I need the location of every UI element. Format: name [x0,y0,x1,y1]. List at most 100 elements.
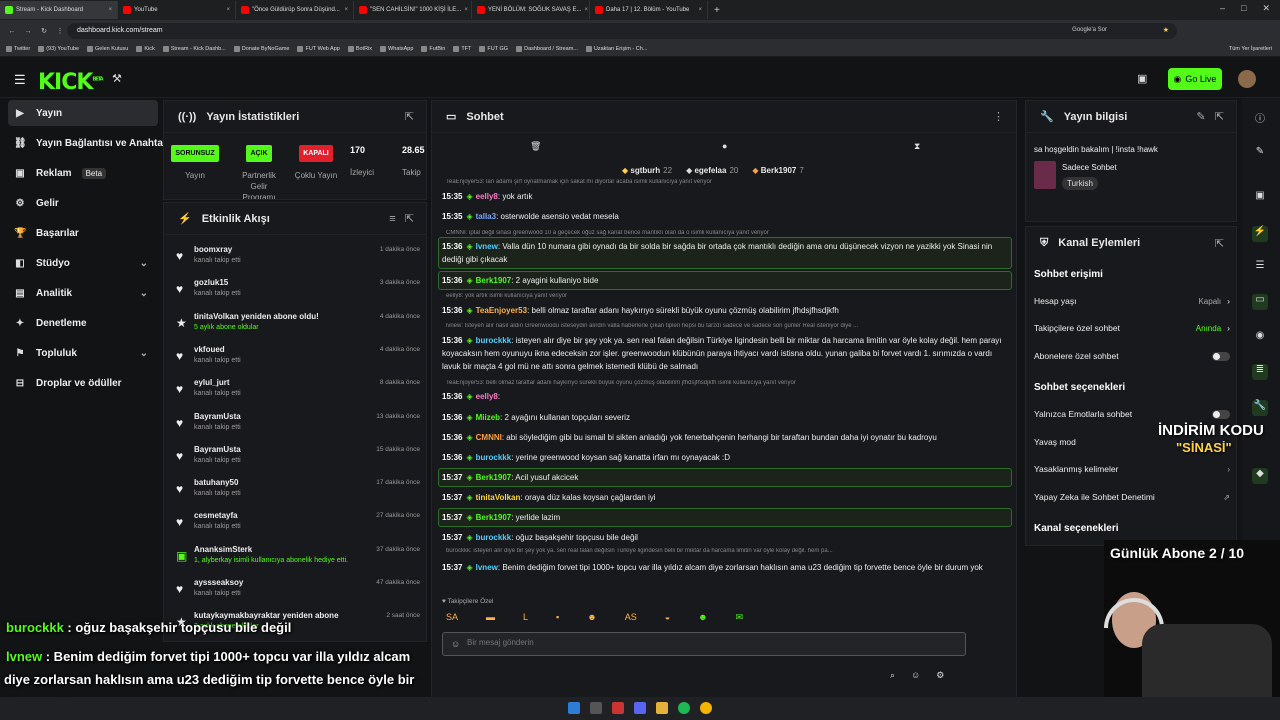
google-search-chip[interactable]: Google'a Sor [1072,27,1107,33]
category-name[interactable]: Sadece Sohbet [1062,163,1117,172]
top-gifter[interactable]: ◆ egefelaa 20 [686,166,738,175]
message-user[interactable]: tinitaVolkan [476,493,521,502]
account-age-option[interactable]: Hesap yaşı Kapalı › [1034,296,1230,306]
emoji-picker-icon[interactable]: ☺ [911,670,920,681]
all-bookmarks-button[interactable]: Tüm Yer İşaretleri [1229,46,1272,52]
chat-icon[interactable]: ▭ [1252,294,1268,310]
message-user[interactable]: Miizeb [476,413,500,422]
edit-icon[interactable]: ✎ ⇱ [1196,110,1224,123]
emoji-icon[interactable]: ☺ [451,639,460,649]
emotes-only-option[interactable]: Yalnızca Emotlarla sohbet [1034,409,1230,419]
chat-message-field[interactable] [467,638,947,647]
bookmark-item[interactable]: (93) YouTube [38,46,79,52]
emote-icon[interactable]: ✉ [736,612,744,628]
emote-icon[interactable]: ▬ [486,612,495,628]
sidebar-item-1[interactable]: ⛓ Yayın Bağlantısı ve Anahtarı [8,130,170,156]
browser-tab[interactable]: YENİ BÖLÜM: SOĞUK SAVAŞ E... × [472,1,590,19]
top-gifter[interactable]: ◆ sgtburh 22 [622,166,672,175]
chat-message[interactable]: 15:37 ◈ Berk1907: Acil yusuf akcicek [438,468,1012,487]
reload-icon[interactable]: ↻ [36,27,52,35]
bookmark-item[interactable]: Twitter [6,46,30,52]
bookmark-item[interactable]: Kick [136,46,155,52]
close-icon[interactable]: × [226,7,230,13]
message-user[interactable]: lvnew [476,242,498,251]
browser-tab[interactable]: Daha 17 | 12. Bölüm - YouTube × [590,1,708,19]
message-user[interactable]: talla3 [476,212,496,221]
forward-icon[interactable]: → [20,28,36,35]
hammer-icon[interactable]: ⚒ [112,72,122,85]
popout-icon[interactable]: ⇱ [1215,237,1224,250]
menu-icon[interactable]: ☰ [14,72,26,88]
app-icon[interactable] [612,702,624,714]
close-icon[interactable]: × [464,7,468,13]
bookmark-item[interactable]: BotRix [347,46,372,52]
spotify-icon[interactable] [678,702,690,714]
message-user[interactable]: burockkk [476,453,512,462]
windows-start-icon[interactable] [568,702,580,714]
window-close-icon[interactable]: ✕ [1262,3,1270,14]
close-icon[interactable]: × [584,7,588,13]
new-tab-icon[interactable]: + [714,5,720,16]
camera-icon[interactable]: ▣ [1137,72,1147,85]
bolt-icon[interactable]: ⚡ [1252,226,1268,242]
bookmark-item[interactable]: Stream - Kick Dashb... [162,46,226,52]
video-icon[interactable]: ▣ [1252,190,1268,206]
bookmark-item[interactable]: Donate ByNoGame [233,46,289,52]
kick-logo[interactable]: KICKBETA [38,70,104,95]
hourglass-icon[interactable]: ⧗ [914,141,920,152]
emote-icon[interactable]: ◒ [665,612,670,628]
popout-icon[interactable]: ⇱ [405,110,414,123]
wrench-icon[interactable]: 🔧 [1252,400,1268,416]
bookmark-item[interactable]: Gelen Kutusu [87,46,128,52]
sidebar-item-8[interactable]: ⚑ Topluluk ⌄ [8,340,158,366]
message-user[interactable]: lvnew [476,563,498,572]
emote-icon[interactable]: ☻ [698,612,707,628]
emote-icon[interactable]: AS [625,612,637,628]
chat-message[interactable]: 15:36 ◈ TeaEnjoyer53: belli olmaz taraftar… [442,304,1012,317]
close-icon[interactable]: × [344,7,348,13]
trash-icon[interactable]: 🗑 [530,141,541,152]
chat-message[interactable]: 15:36 ◈ eelly8: [442,390,1012,403]
message-user[interactable]: eelly8 [476,192,498,201]
ai-moderation-option[interactable]: Yapay Zeka ile Sohbet Denetimi ⇗ [1034,492,1230,502]
message-user[interactable]: burockkk [476,336,512,345]
stack-icon[interactable]: ≣ [1252,364,1268,380]
diamond-icon[interactable]: ◆ [1252,468,1268,484]
chat-message[interactable]: 15:36 ◈ burockkk: yerine greenwood koysan … [442,451,1012,464]
star-icon[interactable]: ★ [1163,26,1169,34]
minimize-icon[interactable]: – [1220,3,1225,14]
sidebar-item-7[interactable]: ✦ Denetleme [8,310,158,336]
chat-message[interactable]: 15:36 ◈ Berk1907: 2 ayagini kullaniyo bide [438,271,1012,290]
search-icon[interactable]: ⌕ [890,670,895,681]
emote-icon[interactable]: SA [446,612,458,628]
chat-message[interactable]: 15:37 ◈ lvnew: Benim dediğim forvet tipi 1… [442,561,1012,574]
filter-icon[interactable]: ≡ ⇱ [389,212,414,225]
chat-message[interactable]: 15:36 ◈ CMNNI: abi söylediğim gibi bu isma… [442,431,1012,444]
browser-tab[interactable]: "SEN CAHİLSİN!" 1000 KİŞİ İLE... × [354,1,472,19]
signal-icon[interactable]: ◉ [1252,330,1268,346]
maximize-icon[interactable]: □ [1241,3,1246,14]
close-icon[interactable]: × [698,7,702,13]
search-icon[interactable] [590,702,602,714]
bookmark-item[interactable]: FUT GG [479,46,508,52]
bookmark-item[interactable]: Dashboard / Stream... [516,46,578,52]
sidebar-item-0[interactable]: ▶ Yayın [8,100,158,126]
browser-tab[interactable]: "Önce Güldürüp Sonra Düşünd... × [236,1,354,19]
bookmark-item[interactable]: FUT Web App [297,46,340,52]
emote-icon[interactable]: L [523,612,528,628]
list-icon[interactable]: ☰ [1252,260,1268,276]
subs-only-toggle[interactable] [1212,351,1230,361]
emotes-only-toggle[interactable] [1212,409,1230,419]
bookmark-item[interactable]: WhatsApp [380,46,413,52]
chrome-icon[interactable] [700,702,712,714]
discord-icon[interactable] [634,702,646,714]
banned-words-option[interactable]: Yasaklanmış kelimeler › [1034,464,1230,474]
folder-icon[interactable] [656,702,668,714]
message-user[interactable]: Berk1907 [476,473,512,482]
message-user[interactable]: CMNNI [476,433,502,442]
chat-input[interactable]: ☺ [442,632,966,656]
sidebar-item-3[interactable]: ⚙ Gelir [8,190,158,216]
chat-message[interactable]: 15:35 ◈ eelly8: yok artık [442,190,1012,203]
chat-message[interactable]: 15:37 ◈ tinitaVolkan: oraya düz kalas koys… [442,491,1012,504]
browser-tab[interactable]: Stream - Kick Dashboard × [0,1,118,19]
